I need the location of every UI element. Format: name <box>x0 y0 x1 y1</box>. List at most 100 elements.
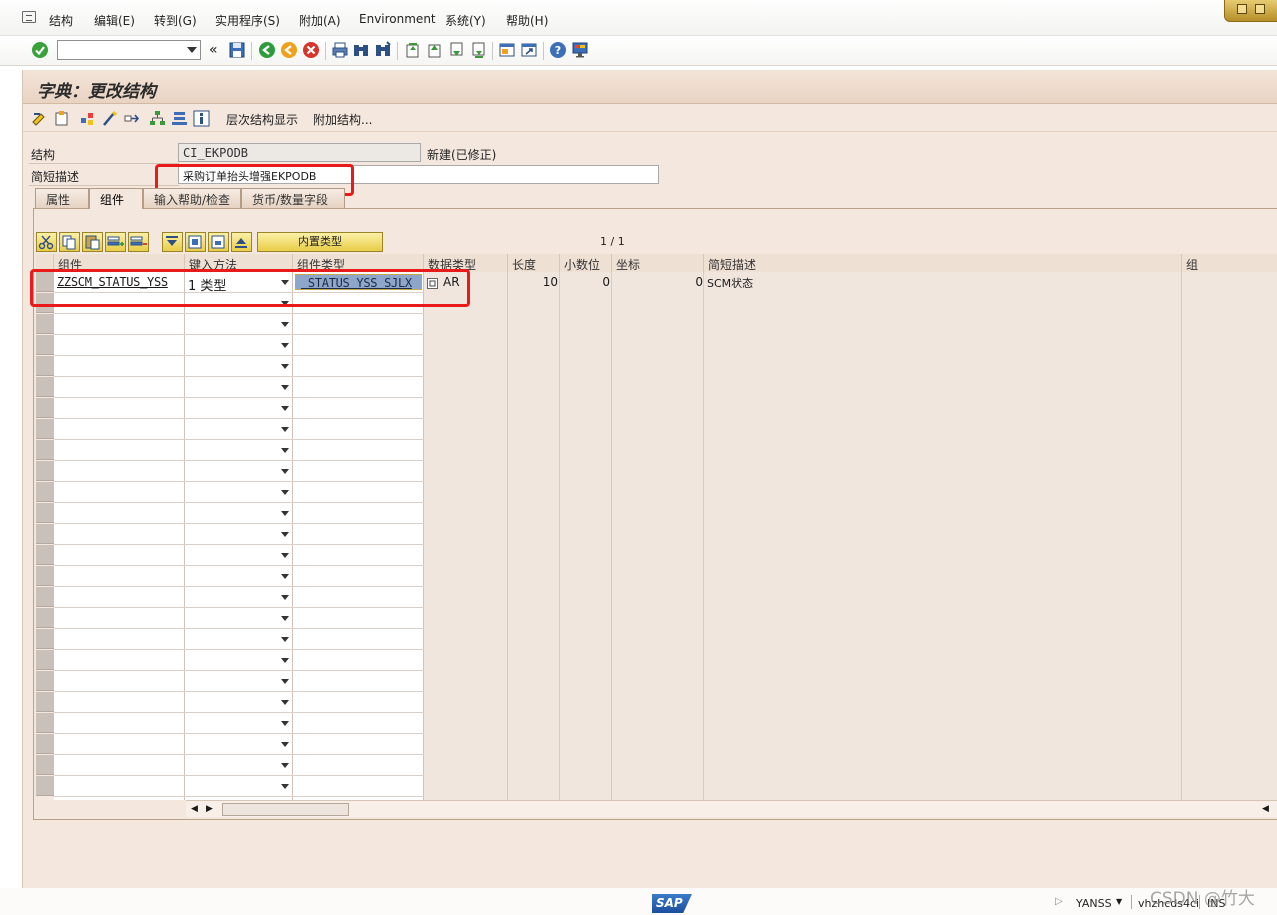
tab-input-help-check[interactable]: 输入帮助/检查 <box>143 188 241 208</box>
menu-environment[interactable]: Environment <box>359 12 436 26</box>
row-selector[interactable] <box>36 503 54 523</box>
column-header-short-description[interactable]: 简短描述 <box>704 254 1182 272</box>
chevron-down-icon[interactable] <box>281 364 289 369</box>
enter-icon[interactable] <box>31 41 49 59</box>
chevron-down-icon[interactable] <box>281 574 289 579</box>
value-help-icon[interactable] <box>427 278 438 289</box>
menu-edit[interactable]: 编辑(E) <box>94 12 135 29</box>
menu-utilities[interactable]: 实用程序(S) <box>215 12 280 29</box>
row-selector[interactable] <box>36 356 54 376</box>
column-header-decimals[interactable]: 小数位 <box>560 254 612 272</box>
row-selector[interactable] <box>36 440 54 460</box>
column-header-coordinate[interactable]: 坐标 <box>612 254 704 272</box>
chevron-down-icon[interactable] <box>187 47 197 53</box>
activate-icon[interactable] <box>101 110 118 127</box>
row-selector[interactable] <box>36 272 54 292</box>
navigation-window-icon[interactable] <box>171 110 188 127</box>
chevron-down-icon[interactable] <box>281 427 289 432</box>
tab-components[interactable]: 组件 <box>89 188 143 209</box>
builtin-type-button[interactable]: 内置类型 <box>257 232 383 252</box>
row-selector[interactable] <box>36 566 54 586</box>
first-entry-button[interactable] <box>162 232 183 252</box>
row-selector[interactable] <box>36 398 54 418</box>
row-selector[interactable] <box>36 314 54 334</box>
menu-extras[interactable]: 附加(A) <box>299 12 341 29</box>
command-field[interactable] <box>57 40 201 60</box>
chevron-down-icon[interactable] <box>281 595 289 600</box>
copy-row-button[interactable] <box>59 232 80 252</box>
chevron-down-icon[interactable] <box>281 280 289 285</box>
customize-layout-icon[interactable] <box>571 41 589 59</box>
chevron-down-icon[interactable] <box>281 469 289 474</box>
row-selector[interactable] <box>36 419 54 439</box>
chevron-down-icon[interactable]: ▼ <box>1116 897 1122 906</box>
previous-page-icon[interactable] <box>425 41 443 59</box>
chevron-down-icon[interactable] <box>281 763 289 768</box>
chevron-down-icon[interactable] <box>281 679 289 684</box>
status-expand-icon[interactable]: ▷ <box>1055 896 1063 907</box>
display-change-icon[interactable] <box>31 110 48 127</box>
scroll-left-icon[interactable]: ◀ <box>191 804 198 814</box>
find-next-icon[interactable] <box>374 41 392 59</box>
column-header-component[interactable]: 组件 <box>54 254 185 272</box>
shortcut-icon[interactable] <box>520 41 538 59</box>
append-structure-button[interactable]: 附加结构... <box>313 111 372 128</box>
row-selector[interactable] <box>36 776 54 796</box>
row-selector[interactable] <box>36 377 54 397</box>
object-list-icon[interactable] <box>149 110 166 127</box>
chevron-down-icon[interactable] <box>281 343 289 348</box>
cell-component[interactable]: ZZSCM_STATUS_YSS <box>54 272 185 292</box>
cell-typing-method[interactable]: 1 类型 <box>185 272 281 292</box>
chevron-down-icon[interactable] <box>281 511 289 516</box>
structure-field[interactable]: CI_EKPODB <box>178 143 421 162</box>
help-icon[interactable]: ? <box>549 41 567 59</box>
row-selector[interactable] <box>36 755 54 775</box>
cell-component-type[interactable]: _STATUS_YSS_SJLX <box>295 274 422 290</box>
find-icon[interactable] <box>352 41 370 59</box>
row-selector[interactable] <box>36 461 54 481</box>
chevron-down-icon[interactable] <box>281 490 289 495</box>
row-selector[interactable] <box>36 692 54 712</box>
cancel-icon[interactable] <box>302 41 320 59</box>
row-selector[interactable] <box>36 671 54 691</box>
minimize-icon[interactable] <box>1237 4 1247 14</box>
short-description-field[interactable]: 采购订单抬头增强EKPODB <box>178 165 659 184</box>
chevron-down-icon[interactable] <box>281 553 289 558</box>
row-selector[interactable] <box>36 545 54 565</box>
column-header-data-type[interactable]: 数据类型 <box>424 254 508 272</box>
row-selector[interactable] <box>36 608 54 628</box>
row-selector[interactable] <box>36 587 54 607</box>
print-icon[interactable] <box>331 41 349 59</box>
chevron-down-icon[interactable] <box>281 637 289 642</box>
menu-exit-icon[interactable] <box>22 11 36 23</box>
create-session-icon[interactable] <box>498 41 516 59</box>
info-icon[interactable] <box>193 110 210 127</box>
row-selector[interactable] <box>36 524 54 544</box>
chevron-down-icon[interactable] <box>281 784 289 789</box>
tab-currency-quantity-fields[interactable]: 货币/数量字段 <box>241 188 345 208</box>
chevron-down-icon[interactable] <box>281 532 289 537</box>
menu-goto[interactable]: 转到(G) <box>154 12 197 29</box>
row-selector[interactable] <box>36 335 54 355</box>
chevron-down-icon[interactable] <box>281 658 289 663</box>
horizontal-scrollbar[interactable]: ◀ ▶ ◀ <box>186 800 1277 817</box>
paste-row-button[interactable] <box>82 232 103 252</box>
status-user[interactable]: YANSS <box>1076 897 1112 910</box>
other-object-icon[interactable] <box>53 110 70 127</box>
chevron-down-icon[interactable] <box>281 406 289 411</box>
column-header-length[interactable]: 长度 <box>508 254 560 272</box>
column-header-typing-method[interactable]: 键入方法 <box>185 254 293 272</box>
row-selector-header[interactable] <box>36 254 54 272</box>
chevron-down-icon[interactable] <box>281 742 289 747</box>
maximize-icon[interactable] <box>1255 4 1265 14</box>
chevron-down-icon[interactable] <box>281 721 289 726</box>
scroll-right-icon[interactable]: ▶ <box>206 804 213 814</box>
back-icon[interactable] <box>258 41 276 59</box>
row-selector[interactable] <box>36 629 54 649</box>
tab-attributes[interactable]: 属性 <box>35 188 89 208</box>
chevron-down-icon[interactable] <box>281 385 289 390</box>
menu-system[interactable]: 系统(Y) <box>445 12 486 29</box>
scrollbar-thumb[interactable] <box>222 803 349 816</box>
exit-icon[interactable] <box>280 41 298 59</box>
chevron-down-icon[interactable] <box>281 700 289 705</box>
